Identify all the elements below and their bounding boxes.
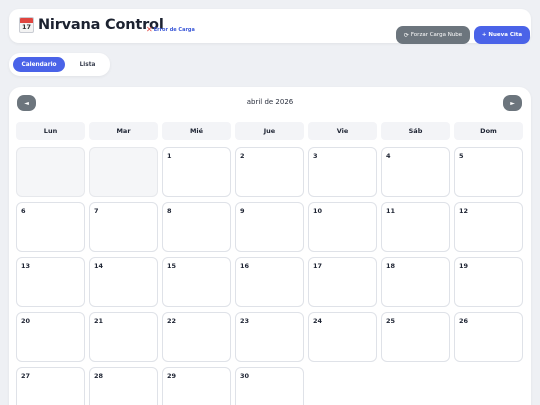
day-cell[interactable]: 24 <box>308 312 377 362</box>
day-number: 7 <box>94 207 99 215</box>
next-month-button[interactable]: ► <box>503 95 522 111</box>
new-appointment-button[interactable]: + Nueva Cita <box>474 26 530 44</box>
day-number: 20 <box>21 317 31 325</box>
sync-icon: ⟳ <box>403 31 409 39</box>
day-cell[interactable]: 17 <box>308 257 377 307</box>
day-number: 11 <box>386 207 396 215</box>
day-number: 19 <box>459 262 469 270</box>
day-cell[interactable]: 29 <box>162 367 231 405</box>
day-cell[interactable]: 19 <box>454 257 523 307</box>
weekday-header: Lun Mar Mié Jue Vie Sáb Dom <box>16 122 524 147</box>
day-number: 6 <box>21 207 26 215</box>
weekday-label: Dom <box>454 122 523 140</box>
weekday-label: Vie <box>308 122 377 140</box>
day-cell[interactable]: 23 <box>235 312 304 362</box>
day-cell[interactable]: 4 <box>381 147 450 197</box>
day-number: 1 <box>167 152 172 160</box>
day-number: 26 <box>459 317 469 325</box>
calendar-icon-day: 17 <box>21 23 32 31</box>
day-cell[interactable]: 21 <box>89 312 158 362</box>
day-cell[interactable]: 1 <box>162 147 231 197</box>
calendar-icon: 17 <box>19 17 34 33</box>
day-number: 28 <box>94 372 104 380</box>
day-number: 13 <box>21 262 31 270</box>
day-number: 27 <box>21 372 31 380</box>
day-number: 17 <box>313 262 323 270</box>
day-cell[interactable]: 9 <box>235 202 304 252</box>
day-number: 10 <box>313 207 323 215</box>
day-number: 25 <box>386 317 396 325</box>
day-cell[interactable]: 20 <box>16 312 85 362</box>
day-number: 21 <box>94 317 104 325</box>
calendar-card: ◄ abril de 2026 ► Lun Mar Mié Jue Vie Sá… <box>9 87 531 405</box>
day-cell[interactable]: 3 <box>308 147 377 197</box>
day-cell[interactable]: 25 <box>381 312 450 362</box>
day-number: 12 <box>459 207 469 215</box>
day-number: 5 <box>459 152 464 160</box>
day-cell-empty <box>16 147 85 197</box>
day-cell[interactable]: 11 <box>381 202 450 252</box>
day-cell[interactable]: 2 <box>235 147 304 197</box>
day-cell[interactable]: 8 <box>162 202 231 252</box>
day-cell[interactable]: 10 <box>308 202 377 252</box>
day-cell[interactable]: 14 <box>89 257 158 307</box>
day-cell[interactable]: 22 <box>162 312 231 362</box>
tab-calendar[interactable]: Calendario <box>13 57 65 72</box>
day-number: 9 <box>240 207 245 215</box>
day-number: 24 <box>313 317 323 325</box>
day-number: 29 <box>167 372 177 380</box>
day-cell[interactable]: 27 <box>16 367 85 405</box>
day-cell[interactable]: 30 <box>235 367 304 405</box>
day-cell[interactable]: 5 <box>454 147 523 197</box>
day-number: 14 <box>94 262 104 270</box>
force-cloud-load-label: Forzar Carga Nube <box>410 32 463 38</box>
weekday-label: Jue <box>235 122 304 140</box>
day-cell[interactable]: 16 <box>235 257 304 307</box>
day-number: 23 <box>240 317 250 325</box>
view-tabs: Calendario Lista <box>9 53 110 76</box>
app-header: 17 Nirvana Control ✕ Error de Carga ⟳ Fo… <box>9 9 531 44</box>
error-text: Error de Carga <box>153 27 195 33</box>
app-title: Nirvana Control <box>38 17 164 33</box>
day-number: 30 <box>240 372 250 380</box>
month-label: abril de 2026 <box>246 98 294 106</box>
tab-list[interactable]: Lista <box>69 57 106 72</box>
error-status: ✕ Error de Carga <box>146 26 195 34</box>
force-cloud-load-button[interactable]: ⟳ Forzar Carga Nube <box>396 26 470 44</box>
day-number: 8 <box>167 207 172 215</box>
day-cell[interactable]: 18 <box>381 257 450 307</box>
day-cell[interactable]: 12 <box>454 202 523 252</box>
day-number: 15 <box>167 262 177 270</box>
error-icon: ✕ <box>146 25 153 34</box>
weekday-label: Mar <box>89 122 158 140</box>
day-cell[interactable]: 28 <box>89 367 158 405</box>
day-number: 22 <box>167 317 177 325</box>
day-number: 4 <box>386 152 391 160</box>
day-number: 16 <box>240 262 250 270</box>
day-cell[interactable]: 7 <box>89 202 158 252</box>
day-number: 18 <box>386 262 396 270</box>
day-cell[interactable]: 26 <box>454 312 523 362</box>
day-cell[interactable]: 15 <box>162 257 231 307</box>
weekday-label: Lun <box>16 122 85 140</box>
day-cell-empty <box>89 147 158 197</box>
day-number: 2 <box>240 152 245 160</box>
weekday-label: Mié <box>162 122 231 140</box>
month-grid: 1 2 3 4 5 6 7 8 9 10 11 12 13 14 15 16 17 18 19 20 21 22 23 24 2… <box>16 147 524 405</box>
day-cell[interactable]: 6 <box>16 202 85 252</box>
day-cell[interactable]: 13 <box>16 257 85 307</box>
day-number: 3 <box>313 152 318 160</box>
weekday-label: Sáb <box>381 122 450 140</box>
